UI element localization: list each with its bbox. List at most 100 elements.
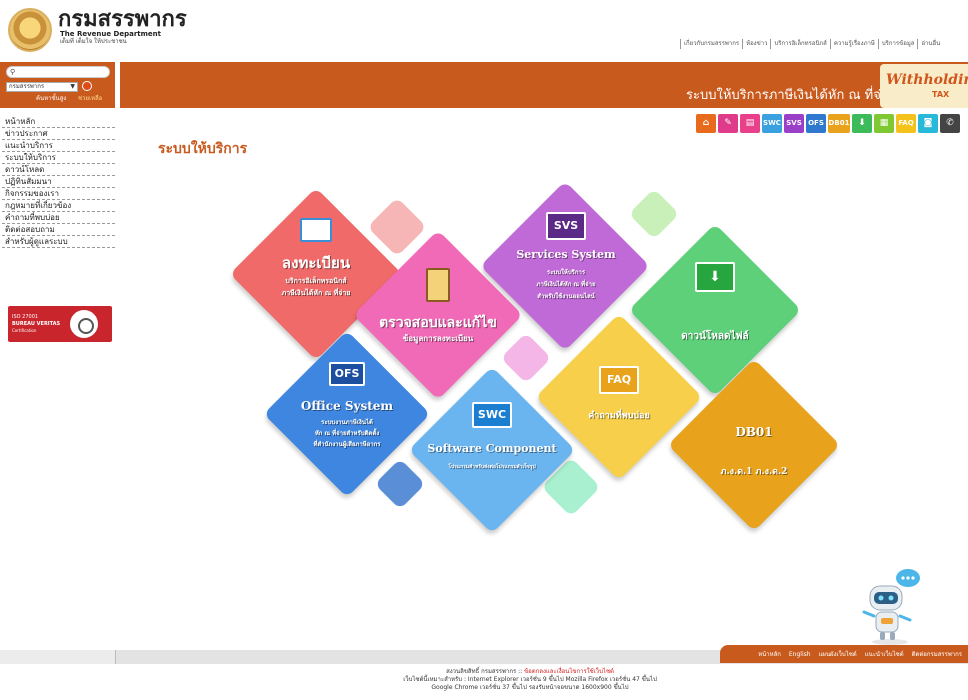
- download-icon: ⬇: [695, 262, 735, 292]
- search-go-button[interactable]: [82, 81, 92, 91]
- footer-browser-line-1: เว็บไซต์นี้เหมาะสำหรับ : Internet Explor…: [403, 676, 657, 683]
- logo-title[interactable]: กรมสรรพากร: [58, 8, 187, 30]
- tile-ofs-desc-3: ที่สำนักงานผู้เสียภาษีอากร: [313, 441, 381, 448]
- document-icon[interactable]: ▦: [874, 114, 894, 133]
- search-icon: ⚲: [10, 68, 16, 76]
- tile-svs[interactable]: SVS Services System ระบบให้บริการ ภาษีเง…: [496, 208, 636, 318]
- footer-terms-link[interactable]: ข้อตกลงและเงื่อนไขการใช้เว็บไซต์: [524, 668, 614, 675]
- bureau-veritas-seal-icon: [68, 308, 100, 340]
- svs-icon[interactable]: SVS: [784, 114, 804, 133]
- top-link-e-services[interactable]: บริการอิเล็กทรอนิกส์: [770, 39, 829, 49]
- footer-browser-line-2: Google Chrome เวอร์ชั่น 37 ขึ้นไป รองรับ…: [431, 684, 629, 691]
- sidebar-item-announcements[interactable]: ข่าวประกาศ: [2, 128, 115, 140]
- phone-icon[interactable]: ✆: [940, 114, 960, 133]
- help-link[interactable]: ช่วยเหลือ: [78, 95, 102, 103]
- sidebar-item-service-intro[interactable]: แนะนำบริการ: [2, 140, 115, 152]
- sidebar-item-faq[interactable]: คำถามที่พบบ่อย: [2, 212, 115, 224]
- tile-db01[interactable]: DB01 ภ.ง.ด.1 ภ.ง.ด.2: [684, 410, 824, 490]
- decor-diamond: [500, 332, 552, 384]
- swc-badge-text: SWC: [477, 408, 507, 421]
- ofs-icon[interactable]: OFS: [806, 114, 826, 133]
- tile-faq-title: คำถามที่พบบ่อย: [588, 411, 650, 421]
- tile-swc-title: Software Component: [427, 442, 557, 455]
- banner-title: ระบบให้บริการภาษีเงินได้หัก ณ ที่จ่าย: [686, 88, 896, 103]
- sidebar-item-contact[interactable]: ติดต่อสอบถาม: [2, 224, 115, 236]
- chat-icon[interactable]: ◙: [918, 114, 938, 133]
- sidebar-item-laws[interactable]: กฎหมายที่เกี่ยวข้อง: [2, 200, 115, 212]
- footer-link-english[interactable]: English: [789, 651, 811, 658]
- faq-badge: FAQ: [599, 366, 639, 394]
- tile-register-title: ลงทะเบียน: [281, 254, 351, 272]
- top-link-tax-knowledge[interactable]: ความรู้เรื่องภาษี: [829, 39, 878, 49]
- sidebar-item-admin[interactable]: สำหรับผู้ดูแลระบบ: [2, 236, 115, 248]
- search-scope-select[interactable]: กรมสรรพากร ▼: [6, 82, 78, 92]
- tile-verify[interactable]: ตรวจสอบและแก้ไข ข้อมูลการลงทะเบียน: [368, 262, 508, 362]
- top-link-data-services[interactable]: บริการข้อมูล: [877, 39, 918, 49]
- tile-verify-desc-1: ข้อมูลการลงทะเบียน: [402, 334, 474, 343]
- cert-line-1: ISO 27001: [12, 314, 39, 320]
- id-card-icon: [300, 218, 332, 242]
- sidebar-item-service-system[interactable]: ระบบให้บริการ: [2, 152, 115, 164]
- tile-faq[interactable]: FAQ คำถามที่พบบ่อย: [549, 356, 689, 446]
- svs-badge: SVS: [546, 212, 586, 240]
- sidebar-menu: หน้าหลัก ข่าวประกาศ แนะนำบริการ ระบบให้บ…: [2, 116, 115, 248]
- tile-ofs-desc-2: หัก ณ ที่จ่ายสำหรับติดตั้ง: [314, 430, 380, 437]
- top-link-other[interactable]: อ่านอื่น: [917, 39, 943, 49]
- footer-divider: [115, 650, 116, 664]
- tile-register[interactable]: ลงทะเบียน บริการอิเล็กทรอนิกส์ ภาษีเงินไ…: [246, 210, 386, 320]
- sidebar-item-activities[interactable]: กิจกรรมของเรา: [2, 188, 115, 200]
- robot-assistant-icon[interactable]: [848, 568, 928, 648]
- decor-diamond: [628, 188, 680, 240]
- tile-download-title: ดาวน์โหลดไฟล์: [681, 331, 749, 342]
- clipboard-icon: [426, 268, 450, 302]
- footer-link-contact[interactable]: ติดต่อกรมสรรพากร: [912, 649, 962, 659]
- ofs-badge: OFS: [329, 362, 365, 386]
- advanced-search-link[interactable]: ค้นหาขั้นสูง: [36, 95, 66, 103]
- footer-link-home[interactable]: หน้าหลัก: [758, 649, 781, 659]
- swc-icon[interactable]: SWC: [762, 114, 782, 133]
- search-panel: ⚲ กรมสรรพากร ▼ ค้นหาขั้นสูง ช่วยเหลือ: [0, 62, 115, 108]
- top-link-about[interactable]: เกี่ยวกับกรมสรรพากร: [680, 39, 742, 49]
- download-icon[interactable]: ⬇: [852, 114, 872, 133]
- withholding-tax-logo: Withholding TAX: [880, 64, 968, 108]
- tile-ofs-title: Office System: [300, 399, 394, 413]
- cert-line-2: BUREAU VERITAS: [12, 321, 61, 327]
- banner-logo-text: Withholding: [886, 72, 968, 88]
- svs-badge-text: SVS: [553, 219, 579, 232]
- id-card-icon[interactable]: ▤: [740, 114, 760, 133]
- site-header: กรมสรรพากร The Revenue Department เต็มที…: [0, 0, 968, 58]
- tile-ofs-desc-1: ระบบงานภาษีเงินได้: [321, 419, 373, 426]
- sidebar-item-download[interactable]: ดาวน์โหลด: [2, 164, 115, 176]
- signup-icon[interactable]: ✎: [718, 114, 738, 133]
- sidebar-item-home[interactable]: หน้าหลัก: [2, 116, 115, 128]
- banner-logo-tax: TAX: [932, 90, 950, 99]
- logo-subtitle-thai: เต็มที่ เต็มใจ ให้ประชาชน: [60, 38, 127, 45]
- tile-db01-title: ภ.ง.ด.1 ภ.ง.ด.2: [720, 467, 788, 477]
- top-link-news[interactable]: ห้องข่าว: [742, 39, 770, 49]
- revenue-department-seal-icon[interactable]: [8, 8, 52, 52]
- tile-svs-desc-1: ระบบให้บริการ: [546, 269, 586, 276]
- tile-register-desc-2: ภาษีเงินได้หัก ณ ที่จ่าย: [281, 289, 351, 297]
- sidebar-item-seminar-calendar[interactable]: ปฏิทินสัมมนา: [2, 176, 115, 188]
- tile-verify-title: ตรวจสอบและแก้ไข: [379, 315, 497, 331]
- ofs-badge-text: OFS: [334, 367, 360, 380]
- decor-diamond: [374, 458, 426, 510]
- tile-swc-desc-1: โปรแกรมสำหรับส่งต่อโปรแกรมสำเร็จรูป: [448, 464, 536, 470]
- page-title: ระบบให้บริการ: [158, 141, 248, 157]
- download-arrow-glyph: ⬇: [709, 269, 721, 285]
- faq-icon[interactable]: FAQ: [896, 114, 916, 133]
- footer-text: สงวนลิขสิทธิ์ กรมสรรพากร :: ข้อตกลงและเง…: [300, 668, 760, 692]
- tile-swc[interactable]: SWC Software Component โปรแกรมสำหรับส่งต…: [422, 398, 562, 488]
- db01-icon[interactable]: DB01: [828, 114, 850, 133]
- search-scope-value: กรมสรรพากร: [9, 83, 45, 90]
- footer-link-sitemap[interactable]: แผนผังเว็บไซต์: [819, 649, 857, 659]
- chevron-down-icon: ▼: [70, 83, 75, 90]
- quick-access-toolbar: ⌂ ✎ ▤ SWC SVS OFS DB01 ⬇ ▦ FAQ ◙ ✆: [696, 114, 960, 134]
- tile-register-desc-1: บริการอิเล็กทรอนิกส์: [285, 277, 347, 285]
- footer-link-site-guide[interactable]: แนะนำเว็บไซต์: [865, 649, 904, 659]
- tile-db01-badge: DB01: [735, 425, 773, 439]
- tile-ofs[interactable]: OFS Office System ระบบงานภาษีเงินได้ หัก…: [277, 356, 417, 466]
- search-input[interactable]: ⚲: [6, 66, 110, 78]
- tile-download[interactable]: ⬇ ดาวน์โหลดไฟล์: [645, 250, 785, 360]
- home-icon[interactable]: ⌂: [696, 114, 716, 133]
